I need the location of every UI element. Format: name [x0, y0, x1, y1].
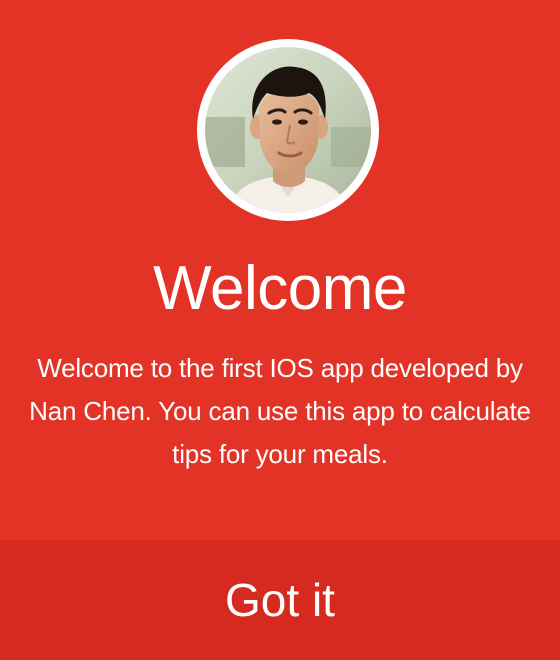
profile-photo-icon: [205, 47, 371, 213]
got-it-button[interactable]: Got it: [0, 540, 560, 660]
avatar: [197, 39, 379, 221]
welcome-screen: Welcome Welcome to the first IOS app dev…: [0, 0, 560, 660]
welcome-message: Welcome to the first IOS app developed b…: [29, 353, 531, 469]
welcome-title: Welcome: [153, 254, 407, 323]
